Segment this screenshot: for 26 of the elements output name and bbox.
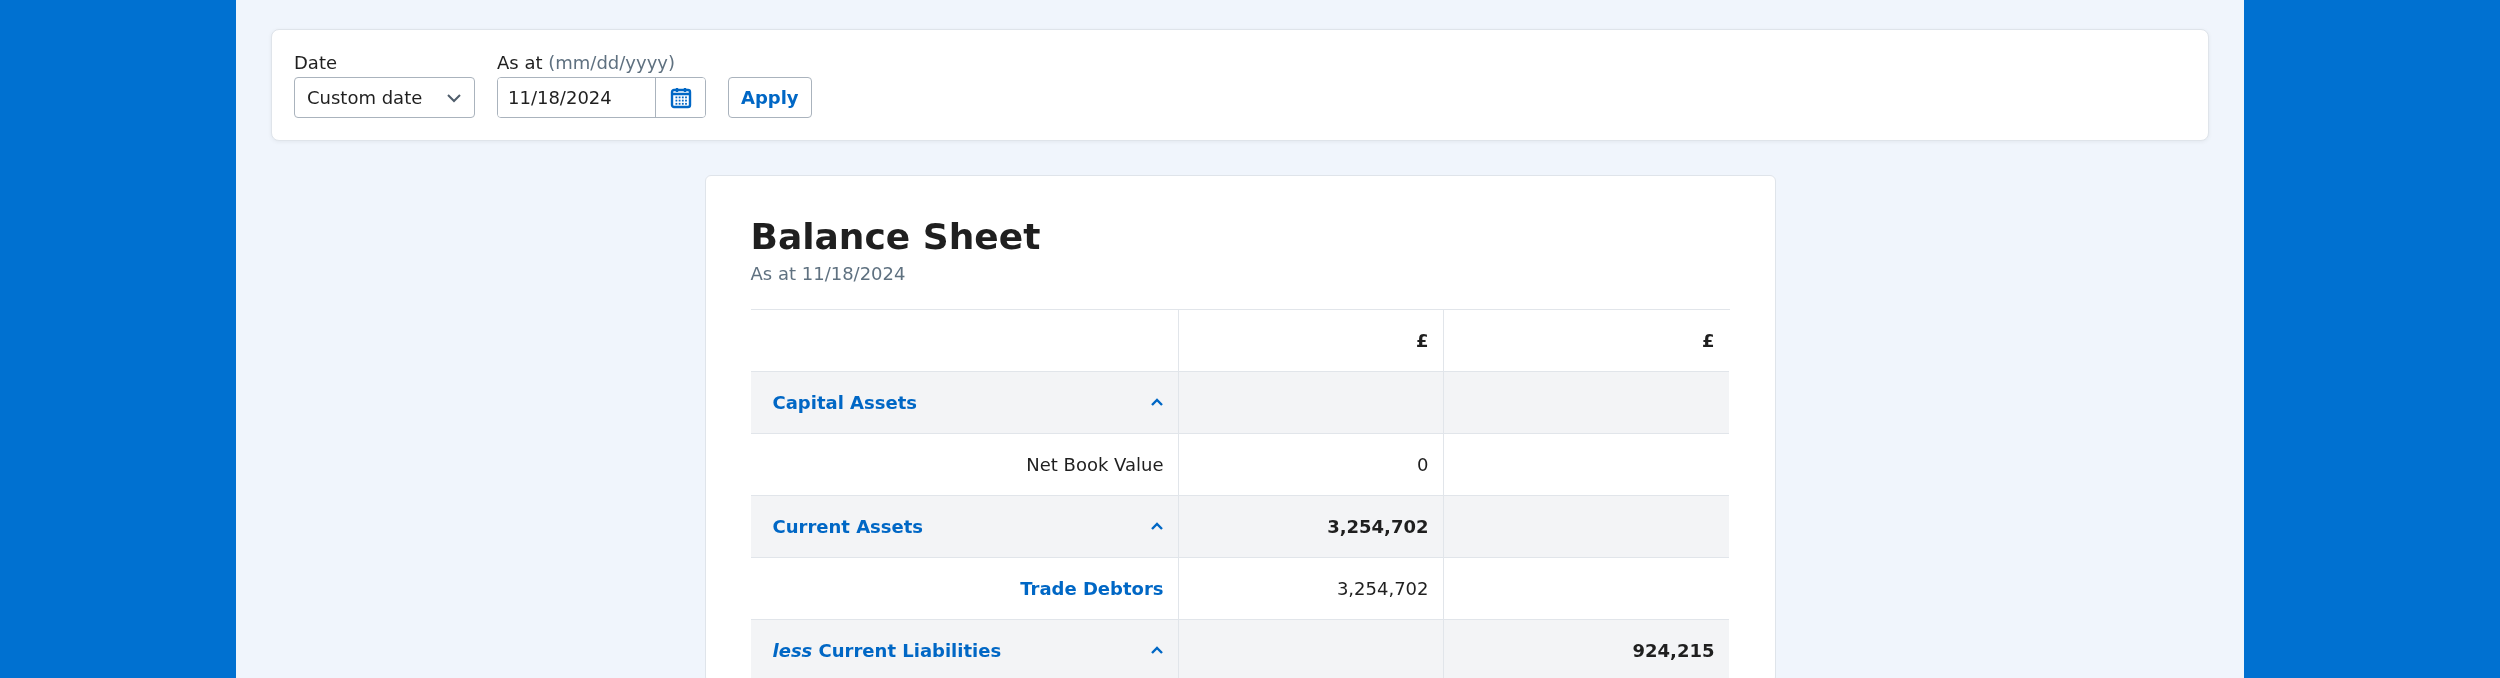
calendar-button[interactable] [655,78,705,117]
column-header: £ [1178,310,1444,372]
collapse-button[interactable] [1149,522,1164,531]
chevron-up-icon [1149,646,1164,655]
report-subtitle: As at 11/18/2024 [750,263,907,284]
amount-cell: 3,254,702 [1178,496,1444,558]
row-label: Net Book Value [1026,454,1164,475]
report-title: Balance Sheet [750,216,1042,257]
date-field[interactable]: 11/18/2024 [497,77,706,118]
collapse-button[interactable] [1149,646,1164,655]
section-link[interactable]: less Current Liabilities [772,640,1002,661]
chevron-up-icon [1149,522,1164,531]
date-label: Date [294,52,339,73]
collapse-button[interactable] [1149,398,1164,407]
amount-cell: 0 [1178,434,1444,496]
section-link[interactable]: Capital Assets [772,392,917,413]
account-link[interactable]: Trade Debtors [1020,578,1164,599]
chevron-down-icon [446,92,462,103]
amount-cell: 924,215 [1443,620,1729,678]
apply-button[interactable]: Apply [728,77,812,118]
date-dropdown[interactable]: Custom date [294,77,475,118]
as-at-label: As at (mm/dd/yyyy) [497,52,676,73]
amount-cell: 3,254,702 [1178,558,1444,620]
section-link[interactable]: Current Assets [772,516,924,537]
calendar-icon [668,85,693,110]
chevron-up-icon [1149,398,1164,407]
